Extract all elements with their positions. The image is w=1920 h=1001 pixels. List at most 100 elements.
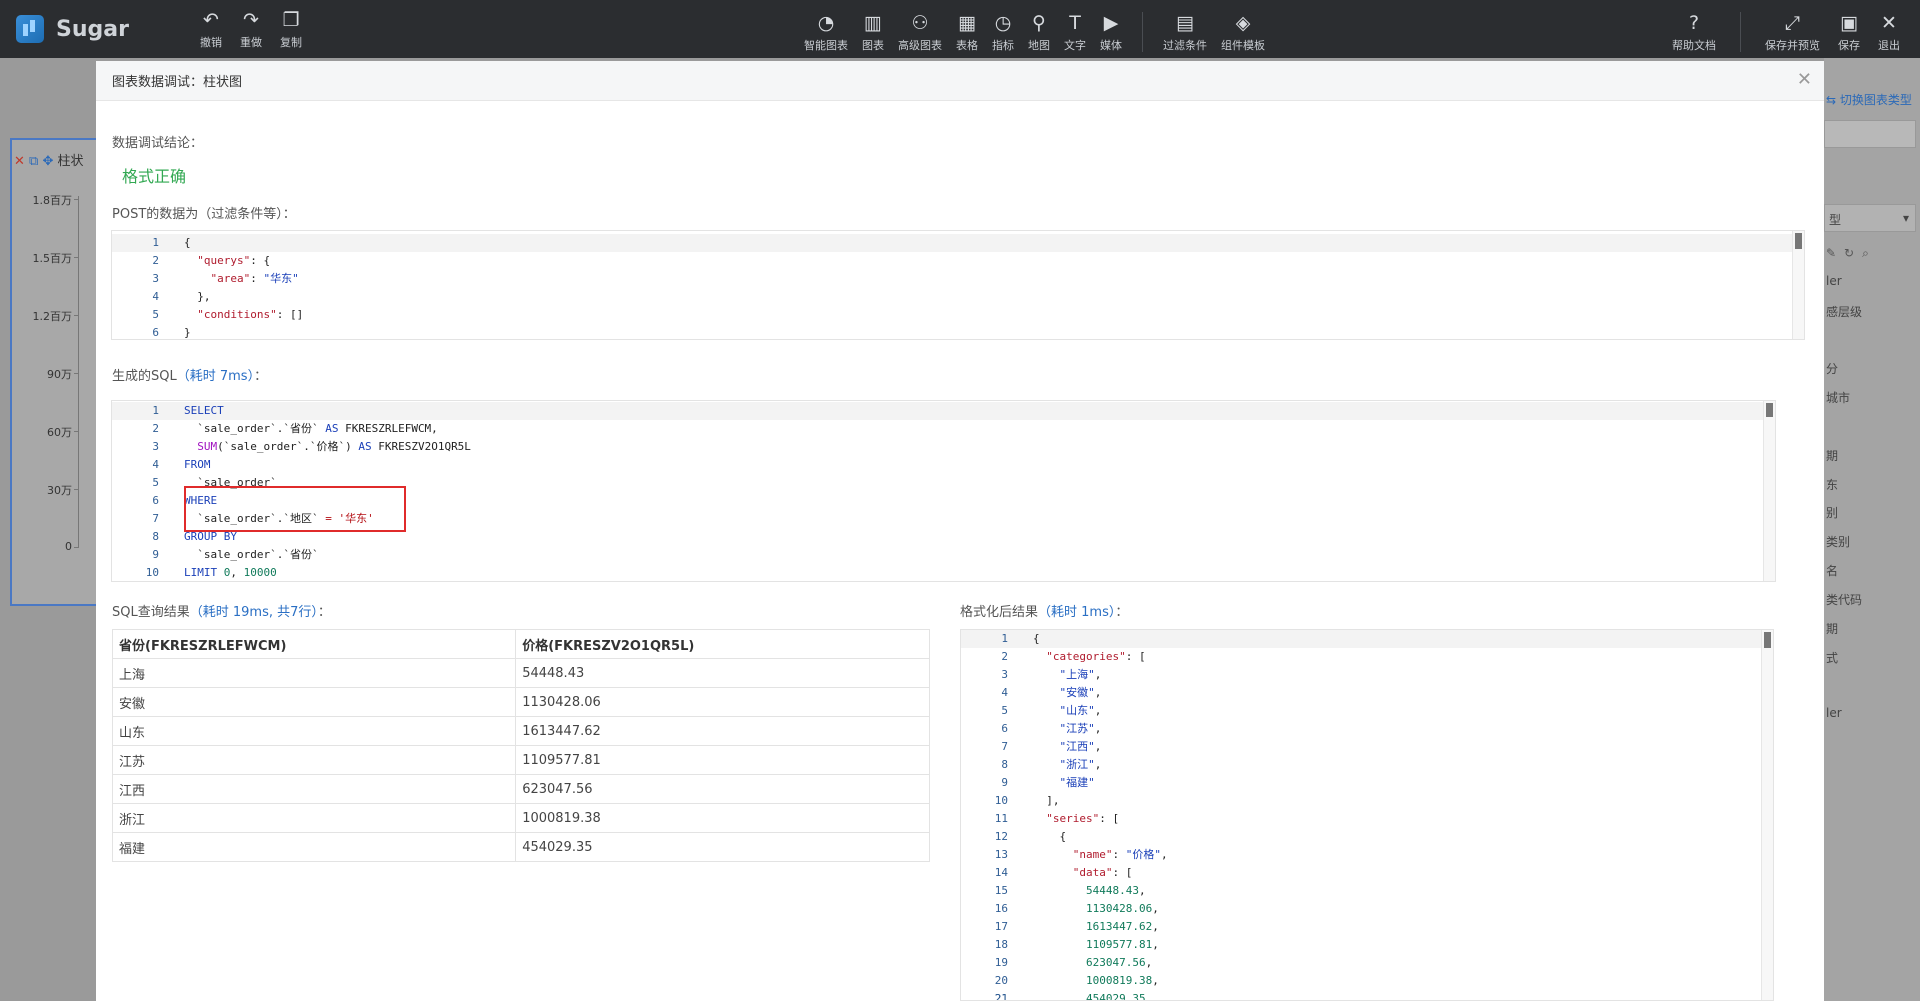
price-cell: 1613447.62 xyxy=(515,716,930,746)
toolbar-button-advanced-chart[interactable]: ⚇ 高级图表 xyxy=(898,12,942,53)
move-icon[interactable]: ✥ xyxy=(42,154,53,169)
field-list-item[interactable]: 东 xyxy=(1826,476,1838,493)
field-list-item[interactable]: 期 xyxy=(1826,447,1838,464)
line-number: 4 xyxy=(1001,686,1008,699)
line-number: 9 xyxy=(152,548,159,561)
toolbar-button-filter[interactable]: ▤ 过滤条件 xyxy=(1163,12,1207,53)
code-text: "querys": { xyxy=(197,254,271,267)
code-line: 13 "name": "价格", xyxy=(961,846,1168,864)
toolbar-button-text[interactable]: T 文字 xyxy=(1064,12,1086,53)
code-text: { xyxy=(1033,632,1040,645)
line-number: 18 xyxy=(994,938,1008,951)
province-cell: 江西 xyxy=(111,774,517,804)
toolbar-button-close[interactable]: ✕ 退出 xyxy=(1878,12,1900,53)
type-select[interactable]: 型 ▾ xyxy=(1824,204,1916,232)
line-number: 7 xyxy=(152,512,159,525)
code-line: 7 `sale_order`.`地区` = '华东' xyxy=(112,510,373,528)
toolbar-button-map-pin[interactable]: ⚲ 地图 xyxy=(1028,12,1050,53)
code-line: 3 "area": "华东" xyxy=(112,270,298,288)
toolbar-button-gauge[interactable]: ◷ 指标 xyxy=(992,12,1014,53)
editor-scrollbar[interactable] xyxy=(1792,231,1804,339)
app-logo[interactable]: Sugar xyxy=(16,15,176,43)
toolbar-button-label: 智能图表 xyxy=(804,39,848,52)
panel-tool-icons[interactable]: ✎↻⌕ xyxy=(1826,246,1877,261)
field-list-item[interactable]: 别 xyxy=(1826,504,1838,521)
price-cell: 1130428.06 xyxy=(515,687,930,717)
code-text: 454029.35 xyxy=(1085,992,1146,1001)
delete-icon[interactable]: ✕ xyxy=(14,154,25,169)
component-toolbar: ✕ ⧉ ✥ 柱状 xyxy=(14,150,84,169)
field-list-item[interactable]: 名 xyxy=(1826,562,1838,579)
y-axis-tick xyxy=(74,489,78,490)
close-icon[interactable]: ✕ xyxy=(1797,69,1812,90)
toolbar-button-undo[interactable]: ↶ 撤销 xyxy=(200,9,222,50)
toolbar-button-help[interactable]: ? 帮助文档 xyxy=(1672,12,1716,53)
y-axis-tick xyxy=(74,315,78,316)
field-list-item[interactable]: 期 xyxy=(1826,620,1838,637)
code-text: }, xyxy=(184,290,211,303)
field-list-item[interactable]: 式 xyxy=(1826,649,1838,666)
line-number: 10 xyxy=(994,794,1008,807)
y-axis-tick xyxy=(74,199,78,200)
bar-chart-icon: ▥ xyxy=(864,12,882,34)
table-row: 上海 54448.43 xyxy=(111,658,930,688)
scrollbar-thumb[interactable] xyxy=(1766,403,1773,417)
field-list-item[interactable]: 类别 xyxy=(1826,533,1850,550)
price-cell: 54448.43 xyxy=(515,658,930,688)
code-text: "安徽", xyxy=(1059,686,1102,699)
code-line: 6 WHERE xyxy=(112,492,217,510)
y-axis-tick-label: 30万 xyxy=(47,484,72,497)
toolbar-button-media[interactable]: ▶ 媒体 xyxy=(1100,12,1122,53)
line-number: 17 xyxy=(994,920,1008,933)
config-input[interactable] xyxy=(1824,120,1916,148)
field-list-item[interactable]: 类代码 xyxy=(1826,591,1862,608)
line-number: 2 xyxy=(152,422,159,435)
toolbar-button-redo[interactable]: ↷ 重做 xyxy=(240,9,262,50)
toolbar-button-save[interactable]: ▣ 保存 xyxy=(1838,12,1860,53)
code-line: 6 "江苏", xyxy=(961,720,1101,738)
toolbar-button-table[interactable]: ▦ 表格 xyxy=(956,12,978,53)
y-axis-tick-label: 1.2百万 xyxy=(32,310,73,323)
scrollbar-thumb[interactable] xyxy=(1795,233,1802,249)
toolbar-button-copy[interactable]: ❐ 复制 xyxy=(280,9,302,50)
switch-chart-type-link[interactable]: ⇆ 切换图表类型 xyxy=(1826,91,1912,108)
code-text: `sale_order`.`省份` AS FKRESZRLEFWCM, xyxy=(184,422,438,435)
field-list-item[interactable]: 感层级 xyxy=(1826,303,1862,320)
province-cell: 浙江 xyxy=(111,803,517,833)
field-list-item[interactable]: 城市 xyxy=(1826,389,1850,406)
editor-scrollbar[interactable] xyxy=(1761,630,1773,1000)
line-number: 14 xyxy=(994,866,1008,879)
expand-icon: ⤢ xyxy=(1784,12,1801,34)
formatted-result-editor[interactable]: 1{2 "categories": [3 "上海", 4 "安徽", 5 "山东",… xyxy=(960,629,1774,1001)
copy-icon: ❐ xyxy=(282,8,300,31)
toolbar-button-template[interactable]: ◈ 组件模板 xyxy=(1221,12,1265,53)
code-text: LIMIT 0, 10000 xyxy=(184,566,277,579)
active-line-highlight xyxy=(961,630,1761,648)
field-list-item[interactable]: ler xyxy=(1826,274,1842,288)
line-number: 6 xyxy=(152,494,159,507)
code-text: "上海", xyxy=(1059,668,1102,681)
province-cell: 上海 xyxy=(111,658,517,688)
code-line: 19 623047.56, xyxy=(961,954,1152,972)
toolbar-button-bar-chart[interactable]: ▥ 图表 xyxy=(862,12,884,53)
toolbar-button-smart-chart[interactable]: ◔ 智能图表 xyxy=(804,12,848,53)
code-line: 7 "江西", xyxy=(961,738,1101,756)
toolbar-button-label: 指标 xyxy=(992,39,1014,52)
close-icon: ✕ xyxy=(1881,12,1897,34)
scrollbar-thumb[interactable] xyxy=(1764,632,1771,648)
field-list-item[interactable]: ler xyxy=(1826,706,1842,720)
duplicate-icon[interactable]: ⧉ xyxy=(29,154,38,169)
editor-scrollbar[interactable] xyxy=(1763,401,1775,581)
toolbar-divider xyxy=(1142,12,1143,52)
line-number: 12 xyxy=(994,830,1008,843)
conclusion-label: 数据调试结论： xyxy=(112,136,204,151)
code-text: "data": [ xyxy=(1072,866,1133,879)
code-text: "name": "价格", xyxy=(1072,848,1168,861)
code-line: 14 "data": [ xyxy=(961,864,1133,882)
code-text: SUM(`sale_order`.`价格`) AS FKRESZV2O1QR5L xyxy=(197,440,471,453)
line-number: 19 xyxy=(994,956,1008,969)
line-number: 5 xyxy=(152,476,159,489)
toolbar-button-expand[interactable]: ⤢ 保存并预览 xyxy=(1765,12,1820,53)
field-list-item[interactable]: 分 xyxy=(1826,360,1838,377)
post-data-editor[interactable]: 1{2 "querys": {3 "area": "华东" 4 }, 5 "cond… xyxy=(111,230,1805,340)
